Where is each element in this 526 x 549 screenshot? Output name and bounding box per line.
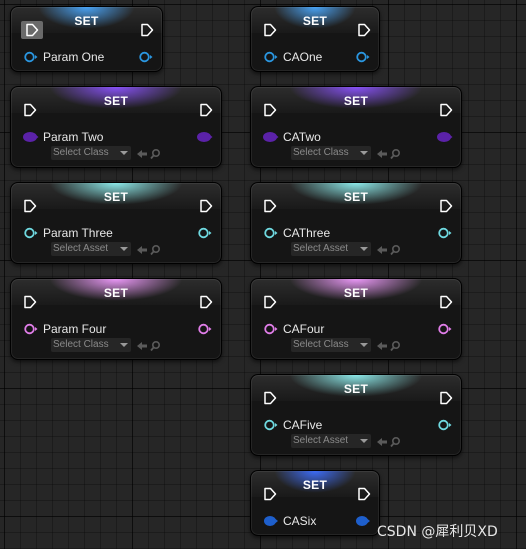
output-pin-icon[interactable] [197,227,213,239]
watermark: CSDN @犀利贝XD [377,524,498,540]
node-title: SET [343,94,369,108]
output-pin-icon[interactable] [355,51,371,63]
output-pin-icon[interactable] [437,227,453,239]
asset-picker-label: Select Asset [53,243,109,254]
variable-name-label: CAFive [283,418,323,432]
set-node-casix[interactable]: SET CASix [250,470,380,536]
exec-out-pin-icon[interactable] [439,391,453,405]
asset-picker-label: Select Class [53,339,109,350]
output-pin-icon[interactable] [437,419,453,431]
input-pin-icon[interactable] [263,227,279,239]
set-node-catwo[interactable]: SET CATwo Select Class [250,86,462,168]
output-pin-icon[interactable] [437,323,453,335]
node-title: SET [103,94,129,108]
chevron-down-icon [360,439,368,443]
asset-picker-dropdown[interactable]: Select Class [291,146,371,160]
asset-picker-label: Select Class [293,147,349,158]
set-node-param-four[interactable]: SET Param Four Select Class [10,278,222,360]
exec-out-pin-icon[interactable] [439,199,453,213]
asset-picker-label: Select Asset [293,243,349,254]
set-node-caone[interactable]: SET CAOne [250,6,380,72]
exec-in-pin-icon[interactable] [263,391,277,405]
variable-name-label: CATwo [283,130,321,144]
chevron-down-icon [360,151,368,155]
chevron-down-icon [120,151,128,155]
chevron-down-icon [360,247,368,251]
chevron-down-icon [120,343,128,347]
variable-name-label: CASix [283,514,317,528]
set-node-cafour[interactable]: SET CAFour Select Class [250,278,462,360]
input-pin-icon[interactable] [263,51,279,63]
use-selected-and-browse-icons[interactable] [135,339,165,352]
input-pin-icon[interactable] [23,131,39,143]
chevron-down-icon [360,343,368,347]
asset-picker-label: Select Class [53,147,109,158]
exec-out-pin-icon[interactable] [199,295,213,309]
input-pin-icon[interactable] [263,515,279,527]
exec-out-pin-icon[interactable] [140,23,154,37]
exec-out-pin-icon[interactable] [199,199,213,213]
exec-in-pin-icon[interactable] [23,199,37,213]
set-node-cathree[interactable]: SET CAThree Select Asset [250,182,462,264]
variable-name-label: CAFour [283,322,325,336]
asset-picker-label: Select Class [293,339,349,350]
set-node-param-one[interactable]: SET Param One [10,6,163,72]
exec-in-pin-icon[interactable] [23,103,37,117]
node-title: SET [343,286,369,300]
node-title: SET [343,190,369,204]
asset-picker-label: Select Asset [293,435,349,446]
exec-in-pin-icon[interactable] [263,103,277,117]
exec-out-pin-icon[interactable] [357,487,371,501]
input-pin-icon[interactable] [23,227,39,239]
node-title: SET [343,382,369,396]
exec-in-pin-icon[interactable] [263,199,277,213]
asset-picker-dropdown[interactable]: Select Asset [291,242,371,256]
asset-picker-dropdown[interactable]: Select Class [291,338,371,352]
use-selected-and-browse-icons[interactable] [375,243,405,256]
input-pin-icon[interactable] [263,323,279,335]
asset-picker-dropdown[interactable]: Select Class [51,146,131,160]
exec-out-pin-icon[interactable] [357,23,371,37]
variable-name-label: Param Two [43,130,104,144]
input-pin-icon[interactable] [263,131,279,143]
variable-name-label: CAOne [283,50,323,64]
exec-in-pin-icon[interactable] [263,487,277,501]
input-pin-icon[interactable] [263,419,279,431]
exec-in-pin-icon[interactable] [23,295,37,309]
node-title: SET [103,286,129,300]
variable-name-label: Param One [43,50,105,64]
exec-out-pin-icon[interactable] [439,103,453,117]
output-pin-icon[interactable] [138,51,154,63]
chevron-down-icon [120,247,128,251]
exec-out-pin-icon[interactable] [439,295,453,309]
use-selected-and-browse-icons[interactable] [135,147,165,160]
exec-in-pin-icon[interactable] [263,23,277,37]
use-selected-and-browse-icons[interactable] [135,243,165,256]
asset-picker-dropdown[interactable]: Select Asset [51,242,131,256]
use-selected-and-browse-icons[interactable] [375,435,405,448]
asset-picker-dropdown[interactable]: Select Class [51,338,131,352]
use-selected-and-browse-icons[interactable] [375,339,405,352]
input-pin-icon[interactable] [23,323,39,335]
exec-out-pin-icon[interactable] [199,103,213,117]
use-selected-and-browse-icons[interactable] [375,147,405,160]
exec-in-pin-icon[interactable] [263,295,277,309]
variable-name-label: Param Four [43,322,107,336]
output-pin-icon[interactable] [197,131,213,143]
node-title: SET [103,190,129,204]
exec-in-pin-icon[interactable] [21,21,43,39]
input-pin-icon[interactable] [23,51,39,63]
set-node-param-two[interactable]: SET Param Two Select Class [10,86,222,168]
variable-name-label: Param Three [43,226,113,240]
output-pin-icon[interactable] [355,515,371,527]
asset-picker-dropdown[interactable]: Select Asset [291,434,371,448]
set-node-param-three[interactable]: SET Param Three Select Asset [10,182,222,264]
output-pin-icon[interactable] [197,323,213,335]
output-pin-icon[interactable] [437,131,453,143]
variable-name-label: CAThree [283,226,331,240]
set-node-cafive[interactable]: SET CAFive Select Asset [250,374,462,456]
